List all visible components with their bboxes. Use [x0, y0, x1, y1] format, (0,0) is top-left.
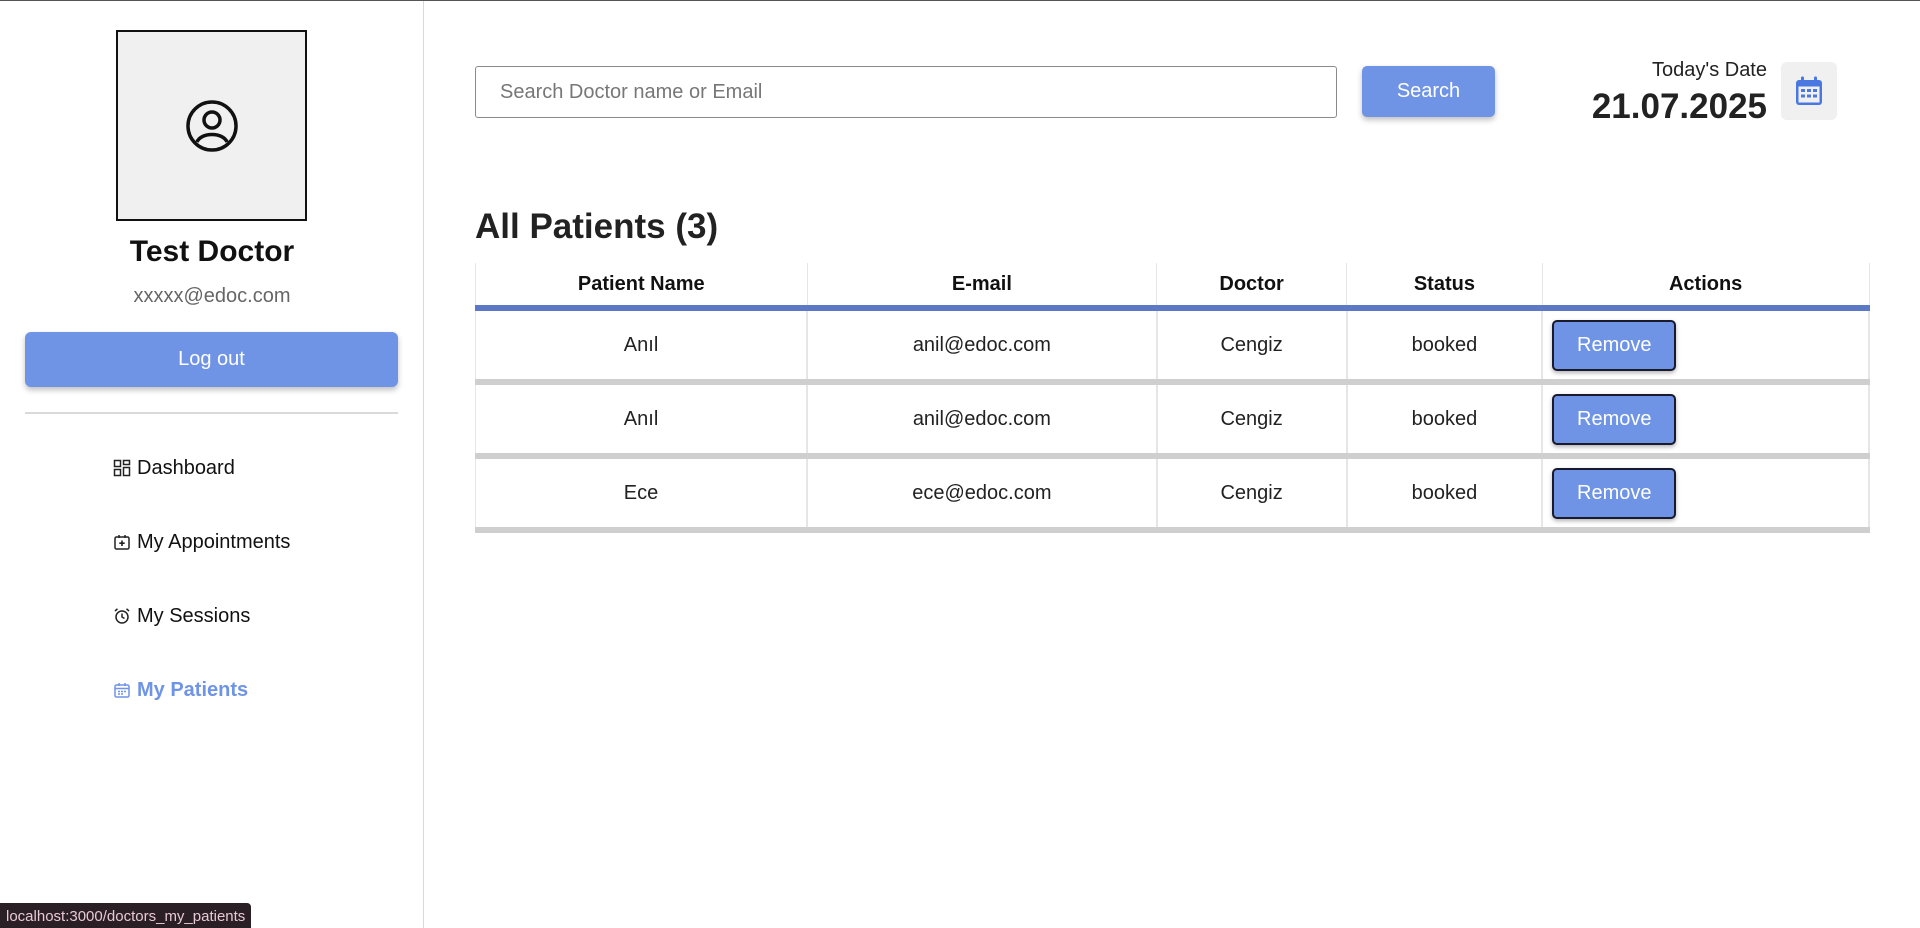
column-header-status: Status — [1346, 263, 1543, 311]
remove-button[interactable]: Remove — [1552, 467, 1677, 519]
patient-name-cell: Anıl — [475, 308, 809, 385]
actions-cell: Remove — [1541, 382, 1870, 459]
email-cell: ece@edoc.com — [806, 456, 1158, 533]
table-header-row: Patient Name E-mail Doctor Status Action… — [475, 263, 1870, 311]
doctor-email: xxxxx@edoc.com — [133, 285, 291, 307]
date-value: 21.07.2025 — [1591, 87, 1767, 126]
patients-table: Patient Name E-mail Doctor Status Action… — [475, 263, 1870, 533]
patient-name-cell: Anıl — [475, 382, 809, 459]
column-header-doctor: Doctor — [1156, 263, 1347, 311]
doctor-cell: Cengiz — [1156, 308, 1348, 385]
sidebar-item-my-patients[interactable]: My Patients — [113, 675, 248, 705]
column-header-email: E-mail — [806, 263, 1158, 311]
table-row: Anıl anil@edoc.com Cengiz booked Remove — [475, 308, 1870, 385]
calendar-button[interactable] — [1781, 62, 1837, 120]
search-button[interactable]: Search — [1362, 66, 1495, 117]
actions-cell: Remove — [1541, 308, 1870, 385]
sidebar-item-dashboard[interactable]: Dashboard — [113, 453, 235, 483]
patient-name-cell: Ece — [475, 456, 809, 533]
actions-cell: Remove — [1541, 456, 1870, 533]
sidebar: Test Doctor xxxxx@edoc.com Log out Dashb… — [0, 1, 424, 928]
calendar-icon — [114, 683, 130, 698]
alarm-clock-icon — [114, 608, 130, 624]
user-circle-icon — [185, 99, 238, 152]
dashboard-icon — [113, 459, 131, 477]
sidebar-item-my-appointments[interactable]: My Appointments — [113, 527, 290, 557]
sidebar-item-my-sessions[interactable]: My Sessions — [113, 601, 250, 631]
status-cell: booked — [1346, 456, 1544, 533]
calendar-icon — [1796, 76, 1822, 105]
remove-button[interactable]: Remove — [1552, 319, 1677, 371]
email-cell: anil@edoc.com — [806, 382, 1158, 459]
doctor-cell: Cengiz — [1156, 456, 1348, 533]
calendar-plus-icon — [114, 535, 130, 550]
status-bar-url: localhost:3000/doctors_my_patients — [0, 903, 252, 928]
table-row: Ece ece@edoc.com Cengiz booked Remove — [475, 456, 1870, 533]
sidebar-item-label: My Sessions — [137, 604, 251, 627]
date-label: Today's Date — [1652, 59, 1767, 81]
avatar — [116, 30, 307, 221]
remove-button[interactable]: Remove — [1552, 393, 1677, 445]
column-header-actions: Actions — [1541, 263, 1870, 311]
search-input[interactable] — [475, 66, 1337, 118]
status-cell: booked — [1346, 382, 1544, 459]
sidebar-item-label: My Patients — [137, 678, 249, 701]
table-row: Anıl anil@edoc.com Cengiz booked Remove — [475, 382, 1870, 459]
sidebar-item-label: My Appointments — [137, 530, 291, 553]
column-header-patient-name: Patient Name — [475, 263, 808, 311]
sidebar-divider — [25, 412, 398, 414]
doctor-cell: Cengiz — [1156, 382, 1348, 459]
status-cell: booked — [1346, 308, 1544, 385]
logout-button[interactable]: Log out — [25, 332, 398, 387]
sidebar-item-label: Dashboard — [137, 456, 235, 479]
doctor-name: Test Doctor — [129, 235, 295, 268]
page-title: All Patients (3) — [475, 207, 719, 246]
email-cell: anil@edoc.com — [806, 308, 1158, 385]
